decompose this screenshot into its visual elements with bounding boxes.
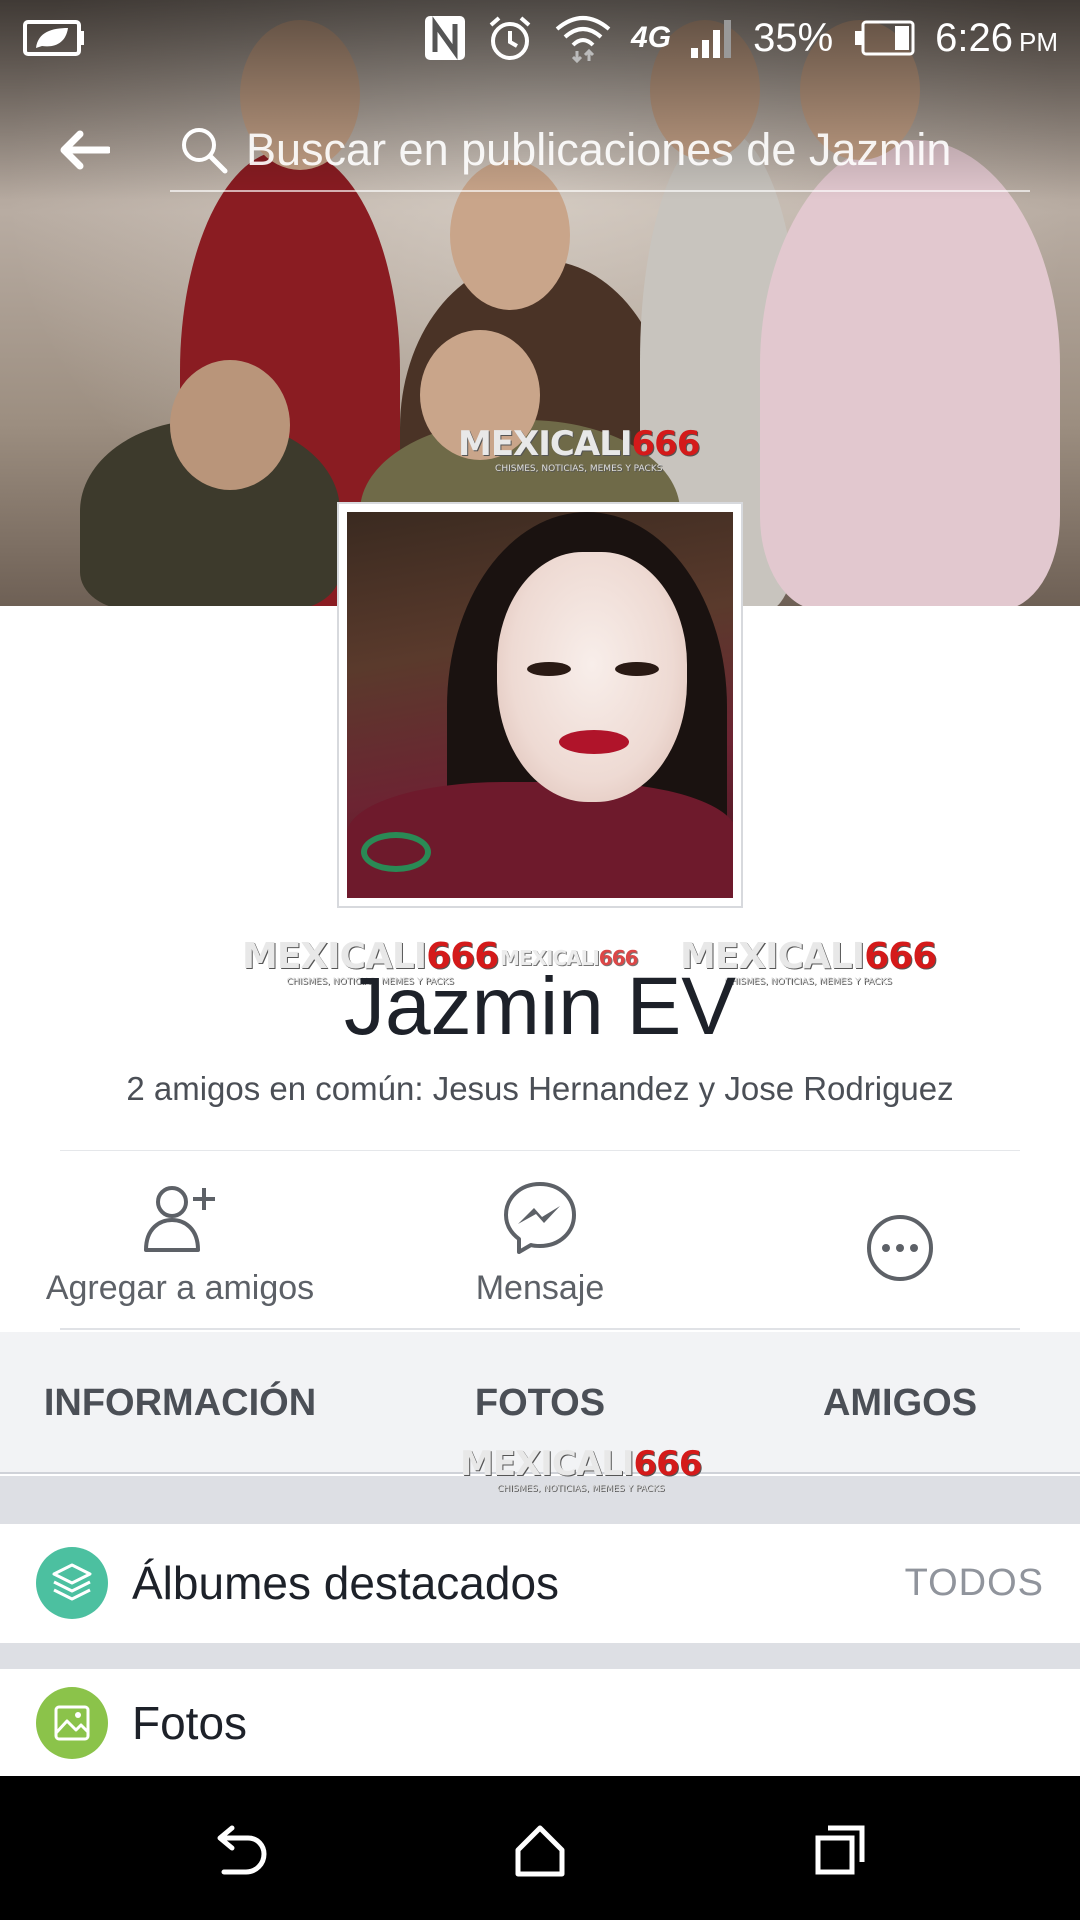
watermark-text: MEXICALI <box>460 1444 635 1484</box>
avatar-lips <box>559 730 629 754</box>
avatar-shirt-logo <box>361 832 431 872</box>
more-options-icon <box>865 1203 935 1293</box>
battery-icon <box>851 13 917 63</box>
leaf-battery-saver-icon <box>22 13 86 63</box>
clock-time: 6:26 <box>935 15 1013 60</box>
clock: 6:26 PM <box>935 16 1058 61</box>
avatar-eye <box>527 662 571 676</box>
message-button[interactable]: Mensaje <box>360 1165 720 1325</box>
divider <box>60 1150 1020 1151</box>
battery-percent: 35% <box>753 15 834 60</box>
add-friend-button[interactable]: Agregar a amigos <box>0 1165 360 1325</box>
avatar-eye <box>615 662 659 676</box>
photos-section[interactable]: Fotos <box>0 1669 1080 1776</box>
watermark-subtitle: CHISMES, NOTICIAS, MEMES Y PACKS <box>497 1484 665 1494</box>
recents-nav-icon[interactable] <box>800 1812 880 1888</box>
clock-ampm: PM <box>1019 26 1058 57</box>
network-type: 4G <box>631 21 672 54</box>
mutual-friends[interactable]: 2 amigos en común: Jesus Hernandez y Jos… <box>0 1070 1080 1108</box>
wifi-icon <box>553 13 613 63</box>
section-separator <box>0 1643 1080 1669</box>
back-arrow-icon[interactable] <box>54 120 114 180</box>
featured-albums-title: Álbumes destacados <box>132 1557 560 1609</box>
profile-name: Jazmin EV <box>344 961 736 1052</box>
watermark-number: 666 <box>633 1444 703 1484</box>
watermark-subtitle: CHISMES, NOTICIAS, MEMES Y PACKS <box>495 464 663 474</box>
home-nav-icon[interactable] <box>500 1812 580 1888</box>
tab-informacion[interactable]: INFORMACIÓN <box>0 1332 360 1474</box>
avatar-face <box>497 552 687 802</box>
photos-title: Fotos <box>132 1696 248 1749</box>
more-options-button[interactable] <box>720 1165 1080 1325</box>
albums-icon <box>36 1547 108 1619</box>
add-friend-icon <box>142 1173 218 1263</box>
cover-person-head <box>170 360 290 490</box>
profile-actions: Agregar a amigos Mensaje <box>0 1165 1080 1325</box>
cover-person <box>760 140 1060 606</box>
back-nav-icon[interactable] <box>200 1812 280 1888</box>
tab-amigos[interactable]: AMIGOS <box>720 1332 1080 1474</box>
nfc-icon <box>423 13 467 63</box>
search-input[interactable]: Buscar en publicaciones de Jazmin <box>170 110 1030 192</box>
messenger-icon <box>502 1173 578 1263</box>
message-label: Mensaje <box>475 1269 605 1307</box>
search-placeholder: Buscar en publicaciones de Jazmin <box>246 124 952 175</box>
see-all-link[interactable]: TODOS <box>905 1562 1044 1605</box>
search-icon <box>176 122 232 178</box>
signal-icon <box>689 13 735 63</box>
watermark-text: MEXICALI <box>458 424 633 464</box>
watermark: MEXICALI666 CHISMES, NOTICIAS, MEMES Y P… <box>460 1444 702 1494</box>
watermark-number: 666 <box>631 424 701 464</box>
add-friend-label: Agregar a amigos <box>45 1269 315 1307</box>
status-right-group: 4G 35% 6:26 PM <box>423 13 1058 63</box>
status-bar: 4G 35% 6:26 PM <box>0 0 1080 76</box>
avatar <box>347 512 733 898</box>
profile-picture[interactable] <box>337 502 743 908</box>
system-navigation-bar <box>0 1776 1080 1920</box>
watermark: MEXICALI666 CHISMES, NOTICIAS, MEMES Y P… <box>458 424 700 474</box>
featured-albums-section[interactable]: Álbumes destacados TODOS <box>0 1524 1080 1642</box>
divider <box>60 1328 1020 1330</box>
photos-icon <box>36 1686 108 1759</box>
alarm-icon <box>485 13 535 63</box>
